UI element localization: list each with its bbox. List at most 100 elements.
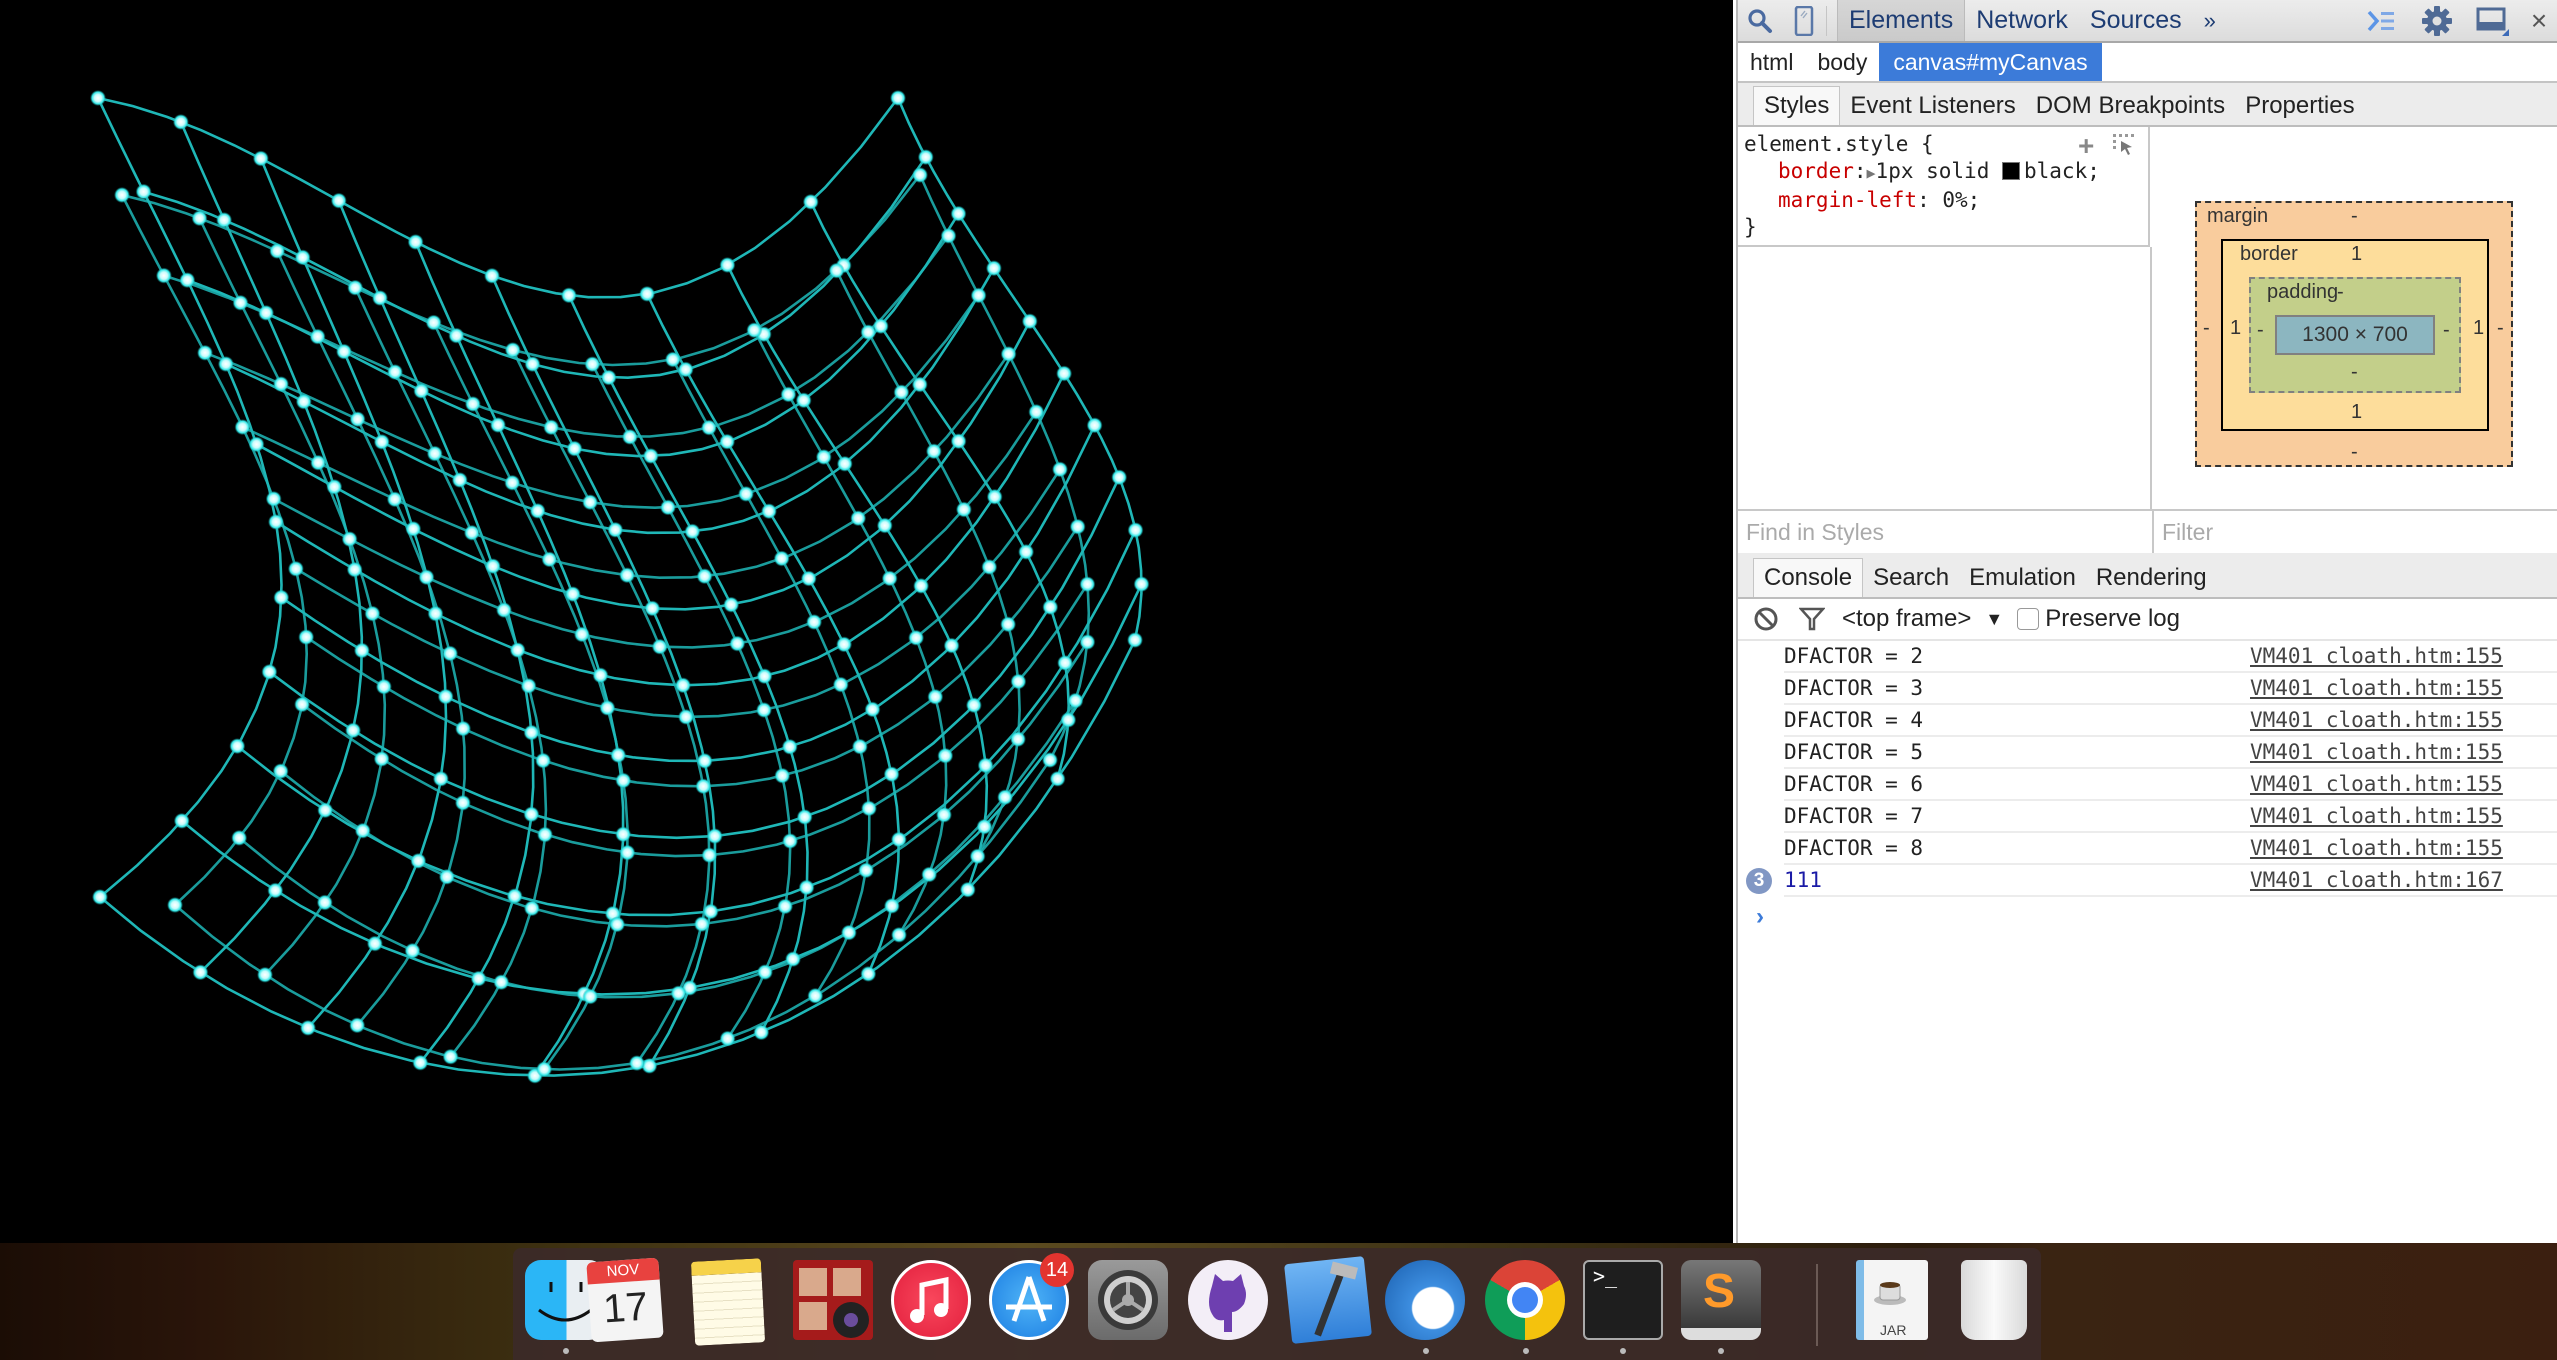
tab-styles[interactable]: Styles [1753,86,1841,125]
mesh-node[interactable] [729,635,746,652]
mesh-node[interactable] [309,328,326,345]
mesh-node[interactable] [757,964,773,981]
margin-top[interactable]: - [2351,205,2358,228]
dock-item-app-store[interactable]: 14 [989,1253,1074,1340]
mesh-node[interactable] [584,356,601,373]
mesh-node[interactable] [628,1055,645,1072]
mesh-node[interactable] [566,440,583,457]
mesh-node[interactable] [773,550,790,567]
style-rule-border[interactable]: border:▶1px solid black; [1744,158,2148,187]
message-source-link[interactable]: VM401 cloath.htm:167 [2250,865,2503,895]
mesh-node[interactable] [524,356,541,373]
mesh-node[interactable] [893,384,910,401]
mesh-node[interactable] [921,866,938,883]
dock-item-trash[interactable] [1961,1260,2027,1340]
dock-item-calendar[interactable]: NOV 17 [586,1257,664,1343]
mesh-node[interactable] [582,988,599,1005]
mesh-node[interactable] [294,249,311,266]
mesh-node[interactable] [490,417,506,433]
mesh-node[interactable] [981,559,998,575]
mesh-node[interactable] [936,806,952,823]
mesh-node[interactable] [615,772,632,789]
color-swatch[interactable] [2002,162,2020,180]
mesh-node[interactable] [375,678,392,695]
mesh-node[interactable] [506,888,523,905]
mesh-node[interactable] [273,376,289,393]
mesh-node[interactable] [719,433,736,450]
mesh-node[interactable] [840,924,857,941]
mesh-node[interactable] [529,502,546,519]
mesh-node[interactable] [985,260,1002,277]
mesh-node[interactable] [90,90,106,106]
mesh-node[interactable] [268,513,284,530]
mesh-node[interactable] [738,485,754,502]
mesh-node[interactable] [248,436,265,453]
mesh-node[interactable] [864,701,881,718]
property-value[interactable]: 1px solid [1876,159,1990,183]
mesh-node[interactable] [1111,469,1128,486]
mesh-node[interactable] [295,393,312,410]
mesh-node[interactable] [448,327,465,344]
mesh-node[interactable] [959,881,976,898]
mesh-node[interactable] [330,192,347,209]
message-source-link[interactable]: VM401 cloath.htm:155 [2250,705,2503,735]
mesh-node[interactable] [92,889,108,905]
mesh-node[interactable] [341,531,358,548]
mesh-node[interactable] [536,1061,553,1078]
property-name[interactable]: border [1778,159,1854,183]
mesh-node[interactable] [258,304,275,321]
breadcrumb-canvas[interactable]: canvas#myCanvas [1879,43,2102,81]
mesh-node[interactable] [1049,770,1066,787]
mesh-node[interactable] [504,342,521,358]
mesh-node[interactable] [349,411,366,428]
mesh-node[interactable] [761,503,777,520]
mesh-node[interactable] [216,212,233,228]
mesh-node[interactable] [798,879,815,896]
mesh-node[interactable] [806,614,823,630]
mesh-node[interactable] [876,517,893,534]
mesh-node[interactable] [523,724,540,741]
margin-bottom[interactable]: - [2351,441,2358,464]
mesh-node[interactable] [925,443,942,460]
more-tabs-button[interactable]: » [2193,0,2227,41]
mesh-node[interactable] [950,205,967,222]
mesh-node[interactable] [607,521,624,538]
mesh-node[interactable] [427,605,444,622]
mesh-node[interactable] [785,951,801,968]
mesh-node[interactable] [582,494,599,511]
mesh-node[interactable] [619,567,636,584]
mesh-node[interactable] [273,589,290,606]
mesh-node[interactable] [912,167,928,183]
search-icon[interactable] [1738,0,1782,41]
mesh-node[interactable] [706,828,723,845]
mesh-node[interactable] [696,568,713,585]
mesh-node[interactable] [455,720,472,737]
mesh-node[interactable] [883,766,900,783]
message-source-link[interactable]: VM401 cloath.htm:155 [2250,769,2503,799]
mesh-node[interactable] [891,926,907,943]
mesh-node[interactable] [807,987,824,1004]
mesh-node[interactable] [600,369,617,386]
mesh-node[interactable] [345,722,362,739]
mesh-node[interactable] [969,848,986,865]
mesh-node[interactable] [1127,522,1144,539]
border-right[interactable]: 1 [2473,317,2484,340]
mesh-node[interactable] [387,364,403,380]
mesh-node[interactable] [815,449,832,465]
mesh-node[interactable] [1000,346,1017,362]
element-state-icon[interactable] [2112,133,2134,161]
mesh-node[interactable] [782,833,799,849]
mesh-node[interactable] [970,287,987,304]
mesh-node[interactable] [696,752,713,769]
mesh-node[interactable] [464,396,481,412]
property-name[interactable]: margin-left [1778,188,1917,212]
mesh-node[interactable] [425,314,442,331]
padding-right[interactable]: - [2443,319,2450,342]
margin-right[interactable]: - [2497,317,2504,340]
mesh-node[interactable] [986,488,1003,505]
mesh-node[interactable] [1057,654,1074,671]
dock-item-notes[interactable] [690,1258,766,1346]
mesh-node[interactable] [977,757,994,774]
mesh-node[interactable] [364,605,381,622]
mesh-node[interactable] [354,822,371,839]
